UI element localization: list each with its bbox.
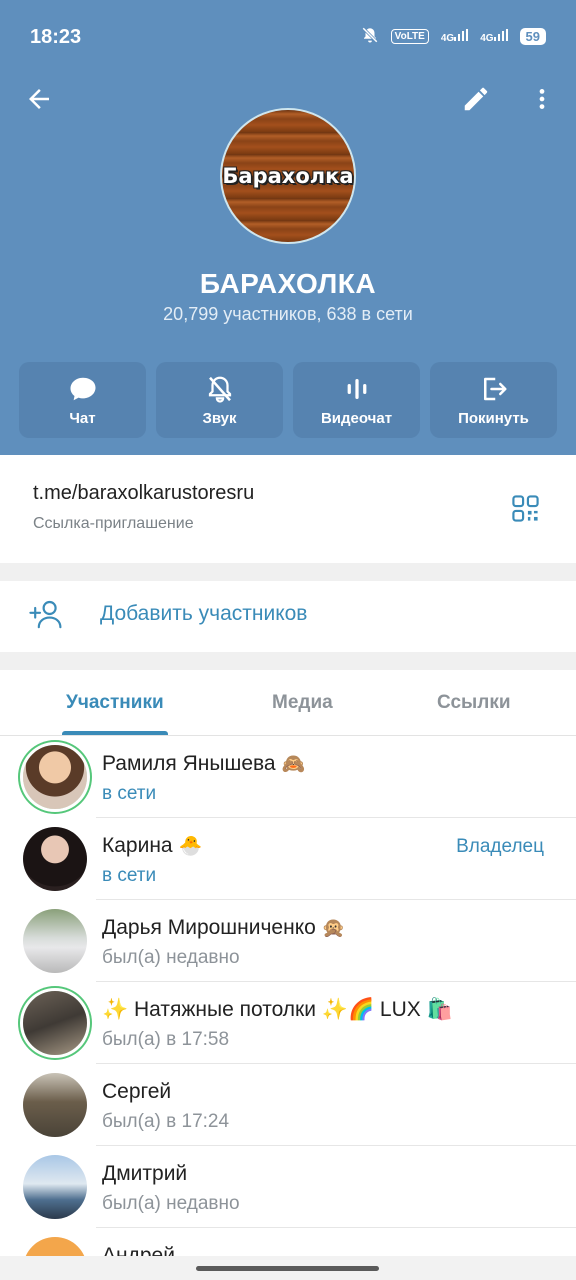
member-status: был(а) в 17:24 [102,1111,230,1132]
avatar[interactable] [23,1073,87,1137]
bell-off-icon [208,376,231,403]
section-divider [0,563,576,581]
member-row[interactable]: Рамиля Янышева 🙈 в сети [0,736,576,818]
status-icons: VoLTE 4G 4G 59 [361,26,546,47]
status-bar: 18:23 VoLTE 4G 4G 59 [0,0,576,74]
invite-link-url[interactable]: t.me/baraxolkarustoresru [33,482,254,505]
member-emoji: 🐣 [178,836,203,857]
leave-button[interactable]: Покинуть [430,362,557,438]
action-buttons: Чат Звук Видеочат Покинуть [19,362,557,438]
qr-code-icon[interactable] [511,494,540,523]
chat-bubble-icon [70,377,95,400]
avatar[interactable] [23,745,87,809]
invite-link-caption: Ссылка-приглашение [33,515,194,532]
member-status: был(а) в 17:58 [102,1029,230,1050]
member-name: Карина 🐣 [102,834,202,858]
arrow-left-icon [29,89,49,109]
member-row[interactable]: Карина 🐣 в сети Владелец [0,818,576,900]
member-emoji: 🙈 [281,754,306,775]
member-row[interactable]: Дмитрий был(а) недавно [0,1146,576,1228]
member-name: Андрей [102,1244,175,1256]
tab-bar: Участники Медиа Ссылки [0,670,576,736]
member-status: в сети [102,865,157,886]
tab-members[interactable]: Участники [66,692,164,714]
member-row[interactable]: ✨ Натяжные потолки ✨🌈 LUX 🛍️ был(а) в 17… [0,982,576,1064]
more-options-button[interactable] [529,84,555,114]
sound-label: Звук [202,409,237,427]
member-name-text: Рамиля Янышева [102,752,276,775]
voice-chat-label: Видеочат [320,409,393,427]
more-vertical-icon [539,89,545,109]
avatar[interactable] [23,909,87,973]
leave-icon [483,377,506,400]
member-row[interactable]: Дарья Мирошниченко 🙊 был(а) недавно [0,900,576,982]
avatar[interactable] [23,1155,87,1219]
member-name: Сергей [102,1080,172,1103]
member-name-text: Карина [102,834,173,857]
tab-media[interactable]: Медиа [272,692,333,714]
member-role-badge: Владелец [456,836,544,857]
group-subtitle: 20,799 участников, 638 в сети [163,304,413,324]
status-time: 18:23 [30,26,82,48]
member-status: был(а) недавно [102,1193,240,1214]
sound-button[interactable]: Звук [156,362,283,438]
back-button[interactable] [24,84,54,114]
tab-active-indicator [62,731,168,735]
member-row[interactable]: Сергей был(а) в 17:24 [0,1064,576,1146]
avatar[interactable] [23,1237,87,1256]
member-name: Рамиля Янышева 🙈 [102,752,305,776]
group-avatar[interactable]: Барахолка [220,108,356,244]
add-user-icon [28,598,64,630]
network-label: 4G [480,33,494,44]
avatar[interactable] [23,991,87,1055]
group-title: БАРАХОЛКА [199,268,377,299]
add-members-button[interactable]: Добавить участников [100,602,307,626]
member-name: Дмитрий [102,1162,188,1185]
network-label: 4G [440,33,455,44]
mute-bell-icon [361,26,379,47]
leave-label: Покинуть [458,409,529,427]
edit-button[interactable] [461,84,491,114]
signal-icon: 4G [480,29,508,44]
member-emoji: 🙊 [321,918,346,939]
signal-icon: 4G [440,29,469,44]
member-name-text: Дарья Мирошниченко [102,916,316,939]
tab-links[interactable]: Ссылки [437,692,511,714]
voice-chat-button[interactable]: Видеочат [293,362,420,438]
member-name: Дарья Мирошниченко 🙊 [102,916,345,940]
group-avatar-text: Барахолка [222,164,354,188]
battery-icon: 59 [519,28,546,45]
invite-link-section[interactable] [0,455,576,563]
member-row[interactable]: Андрей [0,1228,576,1256]
chat-label: Чат [69,409,96,427]
member-status: был(а) недавно [102,947,240,968]
volte-badge: VoLTE [390,29,429,44]
voice-chat-icon [347,378,366,399]
member-status: в сети [102,783,157,804]
member-name: ✨ Натяжные потолки ✨🌈 LUX 🛍️ [102,998,453,1021]
avatar[interactable] [23,827,87,891]
home-gesture-handle[interactable] [196,1266,379,1271]
section-divider [0,652,576,670]
chat-button[interactable]: Чат [19,362,146,438]
pencil-icon [464,87,488,111]
